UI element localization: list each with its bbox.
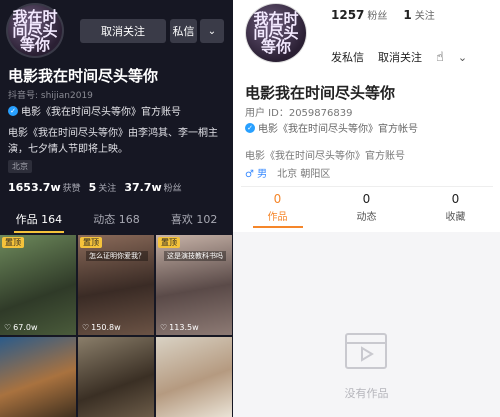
stats-row: 1653.7w 获赞 5 关注 37.7w 粉丝 [8,181,182,194]
count-label: 关注 [414,11,435,22]
following-count[interactable]: 1 关注 [403,7,434,22]
pinned-badge: 置顶 [2,237,24,248]
right-profile-panel: 我在时间尽头等你 1257 粉丝 1 关注 发私信 取消关注 ☝ ⌄ 电影我在时间尽… [233,0,500,417]
pinned-badge: 置顶 [80,237,102,248]
douyin-id: 抖音号: shijian2019 [8,91,93,101]
video-thumbnail[interactable] [78,337,154,417]
official-badge: ✓ 电影《我在时间尽头等你》官方账号 [8,103,181,118]
avatar-text: 我在时间尽头等你 [12,7,58,54]
heart-icon: ♡ [82,323,90,332]
tab-works[interactable]: 0 作品 [233,192,322,223]
official-text: 电影《我在时间尽头等你》官方账号 [21,107,181,118]
pinned-badge: 置顶 [158,237,180,248]
official-badge: ✓ 电影《我在时间尽头等你》官方帐号 [245,120,418,135]
message-button[interactable]: 私信 [170,19,197,43]
gender-label: ♂ 男 [245,169,268,180]
profile-name: 电影我在时间尽头等你 [245,84,396,102]
counts-row: 1257 粉丝 1 关注 [331,7,435,22]
profile-name: 电影我在时间尽头等你 [8,67,159,85]
fans-count[interactable]: 1257 粉丝 [331,7,387,22]
stat-label: 获赞 [62,184,81,194]
count-label: 粉丝 [367,11,388,22]
stat-following[interactable]: 5 关注 [89,181,117,194]
action-row: 发私信 取消关注 ☝ ⌄ [331,49,467,65]
play-icon [347,342,385,362]
screenshot-root: 我在时间尽头等你 取消关注 私信 ⌄ 电影我在时间尽头等你 抖音号: shiji… [0,0,500,417]
official-text: 电影《我在时间尽头等你》官方帐号 [258,124,418,135]
chevron-down-icon: ⌄ [207,25,217,37]
content-tabs: 0 作品 0 动态 0 收藏 [233,192,500,223]
likes-count: 150.8w [91,323,121,332]
bio-text: 电影《我在时间尽头等你》官方账号 [245,151,405,162]
tab-count: 0 [273,192,282,206]
active-tab-indicator [253,226,303,228]
profile-meta: ♂ 男 北京 朝阳区 [245,165,330,180]
tab-favorites[interactable]: 0 收藏 [411,192,500,223]
send-message-button[interactable]: 发私信 [331,49,364,65]
tab-label: 作品 [267,212,288,223]
tab-likes[interactable]: 喜欢 102 [155,210,233,234]
video-thumbnail[interactable] [156,337,232,417]
avatar-text: 我在时间尽头等你 [253,10,299,56]
verified-icon: ✓ [245,122,255,133]
tab-count: 0 [451,192,460,206]
empty-state-text: 没有作品 [344,387,389,400]
verified-icon: ✓ [8,105,18,116]
stat-value: 37.7w [124,181,162,194]
unfollow-button[interactable]: 取消关注 [378,49,422,65]
divider [241,186,493,187]
hand-wave-icon[interactable]: ☝ [436,50,444,65]
tab-moments[interactable]: 动态 168 [78,210,156,234]
tab-moments[interactable]: 0 动态 [322,192,411,223]
video-grid: 置顶 ♡ 67.0w 置顶 怎么证明你爱我？ ♡ 150.8w 置顶 这是演技教科书… [0,235,233,417]
stat-label: 关注 [98,184,117,194]
video-likes: ♡ 150.8w [82,323,121,332]
bio-text: 电影《我在时间尽头等你》由李鸿其、李一桐主演，七夕情人节即将上映。 [8,128,218,155]
location-tag: 北京 [8,160,32,173]
video-caption: 这是演技教科书吗 [164,251,226,261]
video-placeholder-icon [345,333,387,369]
active-tab-indicator [14,231,64,233]
region-label: 北京 朝阳区 [277,169,331,180]
count-value: 1 [403,8,412,22]
chevron-down-icon[interactable]: ⌄ [458,51,467,64]
user-id: 用户 ID：2059876839 [245,108,353,119]
likes-count: 113.5w [169,323,199,332]
video-likes: ♡ 113.5w [160,323,199,332]
video-likes: ♡ 67.0w [4,323,38,332]
tab-label: 动态 [356,212,377,223]
heart-icon: ♡ [160,323,168,332]
video-thumbnail[interactable]: 置顶 这是演技教科书吗 ♡ 113.5w [156,235,232,335]
video-thumbnail[interactable]: 置顶 ♡ 67.0w [0,235,76,335]
more-dropdown-button[interactable]: ⌄ [200,19,224,43]
video-thumbnail[interactable] [0,337,76,417]
avatar[interactable]: 我在时间尽头等你 [245,3,307,63]
stat-fans[interactable]: 37.7w 粉丝 [124,181,181,194]
likes-count: 67.0w [13,323,38,332]
stat-value: 5 [88,181,97,194]
stat-likes[interactable]: 1653.7w 获赞 [8,181,81,194]
heart-icon: ♡ [4,323,12,332]
count-value: 1257 [331,8,365,22]
unfollow-button[interactable]: 取消关注 [80,19,166,43]
tab-label: 收藏 [445,212,466,223]
video-caption: 怎么证明你爱我？ [86,251,148,261]
stat-label: 粉丝 [163,184,182,194]
left-profile-panel: 我在时间尽头等你 取消关注 私信 ⌄ 电影我在时间尽头等你 抖音号: shiji… [0,0,233,417]
stat-value: 1653.7w [8,181,61,194]
video-thumbnail[interactable]: 置顶 怎么证明你爱我？ ♡ 150.8w [78,235,154,335]
avatar[interactable]: 我在时间尽头等你 [6,3,64,58]
tab-count: 0 [362,192,371,206]
